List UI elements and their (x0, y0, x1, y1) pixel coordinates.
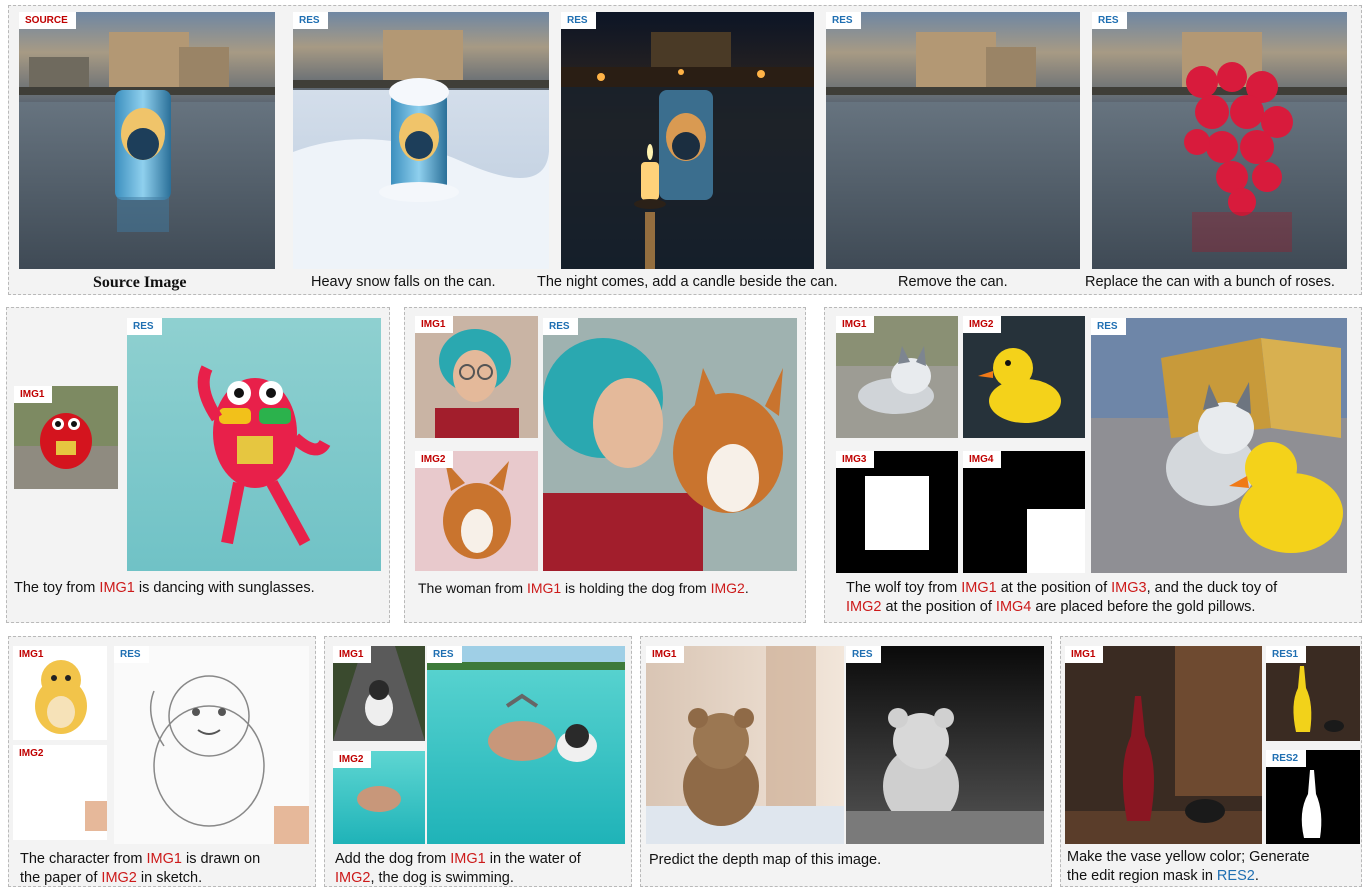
res-tag: RES (846, 646, 881, 663)
img1-tag: IMG1 (333, 646, 372, 663)
img3-tag: IMG3 (836, 451, 875, 468)
result-night-image: RES (561, 12, 814, 269)
res-tag: RES (561, 12, 596, 29)
res-tag: RES (127, 318, 162, 335)
caption-vase-line1: Make the vase yellow color; Generate (1067, 849, 1310, 865)
res-tag: RES (427, 646, 462, 663)
res-sketch: RES (114, 646, 309, 844)
img2-pig-pool: IMG2 (333, 751, 425, 844)
res-tag: RES (1092, 12, 1127, 29)
res-tag: RES (826, 12, 861, 29)
img4-mask: IMG4 (963, 451, 1085, 573)
caption-remove: Remove the can. (898, 274, 1008, 290)
res-wolf-duck-pillows: RES (1091, 318, 1347, 573)
img1-wolf-toy: IMG1 (836, 316, 958, 438)
caption-sketch-line2: the paper of IMG2 in sketch. (20, 870, 203, 886)
caption-swim-line2: IMG2, the dog is swimming. (335, 870, 514, 886)
caption-snow: Heavy snow falls on the can. (311, 274, 496, 290)
result-snow-image: RES (293, 12, 549, 269)
img3-mask: IMG3 (836, 451, 958, 573)
img1-dog-road: IMG1 (333, 646, 425, 741)
img2-paper: IMG2 (13, 745, 107, 840)
caption-roses: Replace the can with a bunch of roses. (1085, 274, 1335, 290)
caption-toy-dance: The toy from IMG1 is dancing with sungla… (14, 580, 315, 596)
res-dancing-toy: RES (127, 318, 381, 571)
res2-tag: RES2 (1266, 750, 1307, 767)
res-tag: RES (114, 646, 149, 663)
caption-night: The night comes, add a candle beside the… (537, 274, 838, 290)
ref-img1: IMG1 (99, 580, 135, 596)
res-woman-holding-dog: RES (543, 318, 797, 571)
img1-tag: IMG1 (13, 646, 52, 663)
img1-tag: IMG1 (1065, 646, 1104, 663)
result-remove-image: RES (826, 12, 1080, 269)
res-tag: RES (293, 12, 328, 29)
caption-source-image: Source Image (93, 274, 187, 291)
img1-tag: IMG1 (836, 316, 875, 333)
caption-woman-dog: The woman from IMG1 is holding the dog f… (418, 580, 749, 596)
img1-tag: IMG1 (14, 386, 53, 403)
result-roses-image: RES (1092, 12, 1347, 269)
res-dog-swimming: RES (427, 646, 625, 844)
caption-depth: Predict the depth map of this image. (649, 852, 882, 868)
img1-character: IMG1 (13, 646, 107, 740)
img2-corgi: IMG2 (415, 451, 538, 571)
res2-vase-mask: RES2 (1266, 750, 1360, 844)
caption-wolf-duck-line1: The wolf toy from IMG1 at the position o… (846, 580, 1278, 596)
img2-tag: IMG2 (415, 451, 454, 468)
res-tag: RES (543, 318, 578, 335)
caption-vase-line2: the edit region mask in RES2. (1067, 868, 1259, 884)
source-tag: SOURCE (19, 12, 76, 29)
caption-swim-line1: Add the dog from IMG1 in the water of (335, 851, 581, 867)
img1-woman: IMG1 (415, 316, 538, 438)
res-depth-map: RES (846, 646, 1044, 844)
img1-red-vase: IMG1 (1065, 646, 1262, 844)
img2-tag: IMG2 (963, 316, 1002, 333)
source-image: SOURCE (19, 12, 275, 269)
res-tag: RES (1091, 318, 1126, 335)
img1-red-toy: IMG1 (14, 386, 118, 489)
caption-wolf-duck-line2: IMG2 at the position of IMG4 are placed … (846, 599, 1256, 615)
img2-rubber-duck: IMG2 (963, 316, 1085, 438)
res1-yellow-vase: RES1 (1266, 646, 1360, 741)
img2-tag: IMG2 (13, 745, 52, 762)
res1-tag: RES1 (1266, 646, 1307, 663)
img4-tag: IMG4 (963, 451, 1002, 468)
img1-tag: IMG1 (646, 646, 685, 663)
img2-tag: IMG2 (333, 751, 372, 768)
img1-teddy-bear: IMG1 (646, 646, 844, 844)
img1-tag: IMG1 (415, 316, 454, 333)
caption-sketch-line1: The character from IMG1 is drawn on (20, 851, 261, 867)
